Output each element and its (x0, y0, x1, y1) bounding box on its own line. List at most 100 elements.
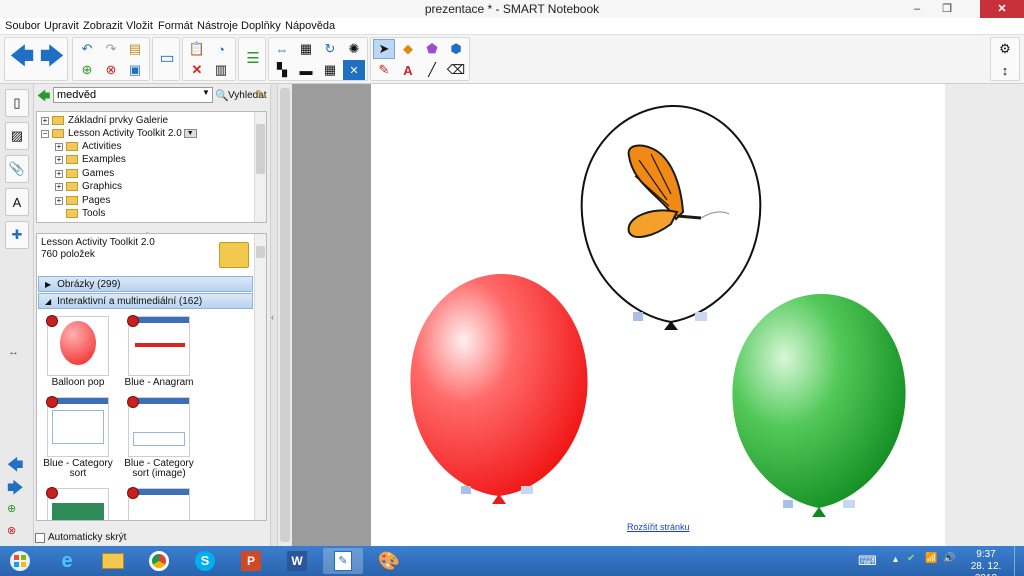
expand-arrow-icon[interactable]: ▶ (45, 280, 51, 289)
object-menu-icon[interactable] (843, 500, 855, 508)
menu-upravit[interactable]: Upravit (44, 20, 79, 32)
green-balloon[interactable] (732, 293, 906, 517)
taskbar-smart-notebook[interactable]: ✎ (323, 548, 363, 574)
expand-icon[interactable]: + (55, 182, 63, 191)
pens-icon[interactable]: ✎ (373, 60, 395, 80)
text-tool-icon[interactable]: A (397, 60, 419, 80)
eraser-shape-icon[interactable]: ⬟ (421, 39, 443, 59)
fill-tool-icon[interactable]: ⬢ (445, 39, 467, 59)
expand-icon[interactable]: + (55, 155, 63, 164)
table-icon[interactable]: ▦ (319, 60, 341, 80)
eraser-icon[interactable]: ⌫ (445, 60, 467, 80)
align-icon[interactable]: ☰ (242, 48, 264, 68)
red-balloon[interactable] (410, 273, 588, 504)
menu-format[interactable]: Formát (158, 20, 193, 32)
screen-cover-icon[interactable]: ▬ (295, 60, 317, 80)
security-icon[interactable]: ✔ (907, 553, 915, 576)
add-page-icon[interactable]: ⊕ (76, 60, 98, 80)
back-arrow-icon[interactable]: 🡄 (37, 87, 50, 109)
tab-delete-page-icon[interactable]: ⊗ (7, 524, 16, 537)
object-handle-icon[interactable] (461, 486, 471, 494)
object-menu-icon[interactable] (695, 312, 707, 321)
expand-page-link[interactable]: Rozšířit stránku (627, 522, 690, 532)
previous-page-icon[interactable]: 🡄 (7, 38, 37, 80)
category-interactive[interactable]: ◢ Interaktivní a multimediální (162) (38, 293, 253, 309)
collapse-icon[interactable]: − (41, 129, 49, 138)
save-icon[interactable]: ▣ (124, 60, 146, 80)
magic-icon[interactable]: ✺ (343, 39, 365, 59)
tree-item[interactable]: + Základní prvky Galerie (41, 114, 168, 127)
document-icon[interactable]: ▥ (210, 60, 232, 80)
collapse-arrow-icon[interactable]: ◢ (45, 297, 51, 306)
capture-icon[interactable]: ◔ (210, 39, 232, 59)
auto-hide-checkbox[interactable] (35, 532, 45, 543)
rotate-icon[interactable]: ↻ (319, 39, 341, 59)
close-button[interactable]: ✕ (980, 0, 1024, 18)
taskbar-chrome[interactable] (139, 548, 179, 574)
network-icon[interactable]: 📶 (925, 553, 937, 576)
tree-scrollbar[interactable] (254, 112, 266, 222)
taskbar-explorer[interactable] (93, 548, 133, 574)
attachments-icon[interactable]: 📎 (5, 155, 29, 183)
tab-add-page-icon[interactable]: ⊕ (7, 502, 16, 515)
chevron-down-icon[interactable]: ▼ (202, 88, 210, 97)
delete-page-icon[interactable]: ⊗ (100, 60, 122, 80)
panel-splitter[interactable]: ‹ (270, 84, 278, 546)
toolbar-position-icon[interactable]: ↕ (994, 60, 1016, 80)
arrange-icon[interactable]: ▚ (271, 60, 293, 80)
addons-icon[interactable]: ✚ (5, 221, 29, 249)
expand-icon[interactable]: + (41, 116, 49, 125)
clock[interactable]: 9:37 28. 12. 2013 (964, 549, 1008, 576)
menu-vlozit[interactable]: Vložit (126, 20, 153, 32)
paste-icon[interactable]: 📋 (186, 39, 208, 59)
tray-up-arrow-icon[interactable]: ▴ (893, 554, 898, 576)
delete-icon[interactable]: ✕ (186, 60, 208, 80)
gear-icon[interactable]: ⚙ (994, 39, 1016, 59)
maximize-button[interactable]: ❐ (932, 0, 962, 18)
page-sorter-icon[interactable]: ▯ (5, 89, 29, 117)
object-handle-icon[interactable] (783, 500, 793, 508)
tree-item[interactable]: + Examples (55, 153, 126, 166)
fit-width-icon[interactable]: ⇔ (271, 39, 293, 59)
gallery-scroll-thumb[interactable] (256, 246, 265, 258)
search-icon[interactable]: 🔍 (215, 89, 229, 102)
tree-item[interactable]: Tools (66, 207, 105, 220)
auto-hide-option[interactable]: Automaticky skrýt (35, 532, 126, 543)
expand-icon[interactable]: + (55, 169, 63, 178)
tree-scroll-thumb[interactable] (256, 124, 265, 174)
menu-doplnky[interactable]: Doplňky (241, 20, 281, 32)
properties-icon[interactable]: A (5, 188, 29, 216)
taskbar-word[interactable]: W (277, 548, 317, 574)
gallery-search-input[interactable] (53, 87, 213, 103)
tree-item[interactable]: + Activities (55, 140, 121, 153)
tab-right-arrow-icon[interactable]: 🡆 (7, 477, 24, 504)
taskbar-paint[interactable]: 🎨 (369, 548, 409, 574)
splitter-grip-icon[interactable]: ‹ (271, 312, 274, 322)
menu-soubor[interactable]: Soubor (5, 20, 40, 32)
screen-shade-icon[interactable]: ▦ (295, 39, 317, 59)
gallery-icon[interactable]: ▨ (5, 122, 29, 150)
wand-icon[interactable]: ✎ (256, 88, 265, 101)
tree-item[interactable]: + Games (55, 167, 114, 180)
tree-item[interactable]: − Lesson Activity Toolkit 2.0 ▼ (41, 127, 197, 140)
gallery-scrollbar[interactable] (254, 234, 266, 520)
show-desktop-button[interactable] (1014, 546, 1024, 576)
taskbar-ie[interactable]: e (47, 548, 87, 574)
next-page-icon[interactable]: 🡆 (37, 38, 67, 80)
resize-arrows-icon[interactable]: ↔ (8, 346, 19, 358)
line-tool-icon[interactable]: ╱ (421, 60, 443, 80)
menu-nastroje[interactable]: Nástroje (197, 20, 238, 32)
expand-icon[interactable]: + (55, 196, 63, 205)
close-box-icon[interactable]: ✕ (343, 60, 365, 80)
undo-icon[interactable]: ↶ (76, 39, 98, 59)
expand-icon[interactable]: + (55, 142, 63, 151)
open-icon[interactable]: ▤ (124, 39, 146, 59)
tree-item[interactable]: + Pages (55, 194, 110, 207)
category-images[interactable]: ▶ Obrázky (299) (38, 276, 253, 292)
menu-napoveda[interactable]: Nápověda (285, 20, 335, 32)
screen-icon[interactable]: ▭ (156, 48, 178, 68)
taskbar-skype[interactable]: S (185, 548, 225, 574)
taskbar-powerpoint[interactable]: P (231, 548, 271, 574)
redo-icon[interactable]: ↷ (100, 39, 122, 59)
object-menu-icon[interactable] (521, 486, 533, 494)
